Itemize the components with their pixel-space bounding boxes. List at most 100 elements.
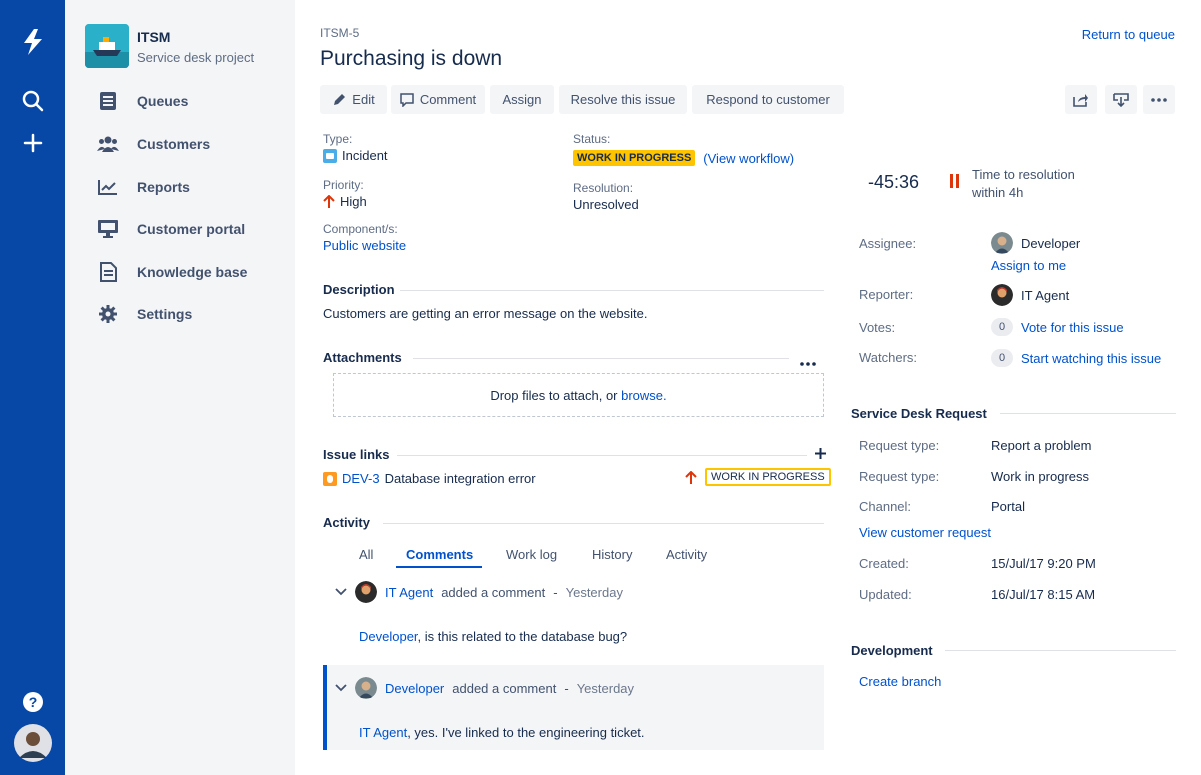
comment-action: added a comment (452, 680, 557, 696)
type-label: Type: (323, 132, 353, 146)
arrow-up-icon (323, 194, 335, 208)
component-value[interactable]: Public website (323, 238, 406, 253)
avatar[interactable] (355, 581, 377, 603)
chevron-down-icon[interactable] (335, 588, 347, 596)
assignee-field[interactable]: Developer (991, 232, 1080, 254)
comment-button[interactable]: Comment (391, 85, 485, 114)
type-field[interactable]: Incident (323, 148, 388, 163)
browse-link[interactable]: browse. (621, 388, 667, 403)
more-icon (800, 362, 816, 366)
comment-mention[interactable]: IT Agent (359, 725, 407, 740)
share-button[interactable] (1065, 85, 1097, 114)
sidebar-item-customer-portal[interactable]: Customer portal (65, 209, 295, 249)
comment-time: Yesterday (576, 680, 635, 696)
issue-key[interactable]: ITSM-5 (320, 26, 359, 40)
attachments-more-button[interactable] (800, 354, 816, 369)
vote-link[interactable]: Vote for this issue (1021, 320, 1124, 335)
jira-logo-icon[interactable] (0, 24, 65, 60)
created-value: 15/Jul/17 9:20 PM (991, 556, 1096, 571)
description-text[interactable]: Customers are getting an error message o… (323, 306, 647, 321)
tab-history[interactable]: History (592, 547, 632, 562)
export-icon (1113, 92, 1129, 107)
sidebar-item-label: Queues (137, 93, 189, 109)
comment-author[interactable]: Developer (385, 681, 444, 696)
svg-text:?: ? (28, 694, 37, 710)
dropzone-text: Drop files to attach, or (490, 387, 618, 403)
request-status-label: Request type: (859, 469, 940, 484)
user-avatar[interactable] (0, 724, 65, 762)
component-label: Component/s: (323, 222, 398, 236)
divider (413, 358, 789, 359)
priority-field[interactable]: High (323, 194, 367, 209)
avatar[interactable] (355, 677, 377, 699)
respond-to-customer-button[interactable]: Respond to customer (692, 85, 844, 114)
watch-link[interactable]: Start watching this issue (1021, 351, 1161, 366)
project-avatar[interactable] (85, 24, 129, 68)
sidebar-item-settings[interactable]: Settings (65, 294, 295, 334)
divider (1000, 413, 1176, 414)
more-actions-button[interactable] (1143, 85, 1175, 114)
comment-action: added a comment (441, 584, 546, 600)
view-workflow-link[interactable]: (View workflow) (703, 151, 794, 166)
comment-text: , is this related to the database bug? (417, 629, 628, 644)
request-status-value: Work in progress (991, 469, 1090, 484)
divider (397, 455, 807, 456)
linked-issue-key[interactable]: DEV-3 (342, 471, 380, 486)
linked-issue-row[interactable]: DEV-3 Database integration error (323, 471, 536, 486)
edit-button[interactable]: Edit (320, 85, 387, 114)
attachments-heading: Attachments (323, 350, 402, 365)
tab-work-log[interactable]: Work log (506, 547, 557, 562)
add-link-button[interactable] (815, 447, 826, 462)
monitor-icon (95, 218, 121, 240)
return-to-queue-link[interactable]: Return to queue (1082, 27, 1175, 42)
plus-icon[interactable] (0, 128, 65, 158)
linked-issue-summary: Database integration error (384, 471, 536, 486)
pencil-icon (334, 93, 346, 105)
view-customer-request-link[interactable]: View customer request (859, 525, 991, 540)
comment-separator: - (553, 584, 558, 600)
document-icon (95, 261, 121, 283)
divider (400, 290, 824, 291)
comment-time: Yesterday (565, 584, 623, 600)
help-icon[interactable]: ? (0, 690, 65, 714)
assign-button-label: Assign (502, 92, 542, 107)
sidebar-item-label: Customer portal (137, 221, 246, 237)
plus-icon (815, 448, 826, 459)
reporter-value: IT Agent (1021, 287, 1070, 303)
sla-label: Time to resolution (972, 167, 1075, 182)
create-branch-link[interactable]: Create branch (859, 674, 941, 689)
sidebar-item-label: Settings (137, 306, 193, 322)
sidebar-item-reports[interactable]: Reports (65, 167, 295, 207)
request-type-value: Report a problem (991, 438, 1092, 453)
updated-value: 16/Jul/17 8:15 AM (991, 587, 1096, 602)
sidebar-item-queues[interactable]: Queues (65, 81, 295, 121)
customers-icon (95, 133, 121, 155)
linked-issue-status: WORK IN PROGRESS (705, 468, 831, 486)
respond-button-label: Respond to customer (706, 92, 830, 107)
reporter-field[interactable]: IT Agent (991, 284, 1069, 306)
tab-activity[interactable]: Activity (666, 547, 707, 562)
tab-all[interactable]: All (359, 547, 373, 562)
assign-button[interactable]: Assign (490, 85, 554, 114)
sidebar-item-customers[interactable]: Customers (65, 124, 295, 164)
resolve-issue-button[interactable]: Resolve this issue (559, 85, 687, 114)
avatar (991, 284, 1013, 306)
updated-label: Updated: (859, 587, 912, 602)
sidebar-item-knowledge-base[interactable]: Knowledge base (65, 252, 295, 292)
chevron-down-icon[interactable] (335, 684, 347, 692)
status-lozenge[interactable]: WORK IN PROGRESS (573, 150, 696, 166)
status-label: Status: (573, 132, 611, 146)
search-icon[interactable] (0, 86, 65, 116)
channel-value: Portal (991, 499, 1025, 514)
comment-author[interactable]: IT Agent (385, 585, 433, 600)
comment-mention[interactable]: Developer (359, 629, 418, 644)
export-button[interactable] (1105, 85, 1137, 114)
edit-button-label: Edit (352, 92, 375, 107)
project-name[interactable]: ITSM (137, 29, 170, 45)
watchers-field: 0 Start watching this issue (991, 349, 1161, 367)
avatar (991, 232, 1013, 254)
assign-to-me-link[interactable]: Assign to me (991, 258, 1066, 273)
reporter-label: Reporter: (859, 287, 914, 302)
attachment-dropzone[interactable]: Drop files to attach, or browse. (333, 373, 824, 417)
tab-comments[interactable]: Comments (406, 547, 473, 562)
